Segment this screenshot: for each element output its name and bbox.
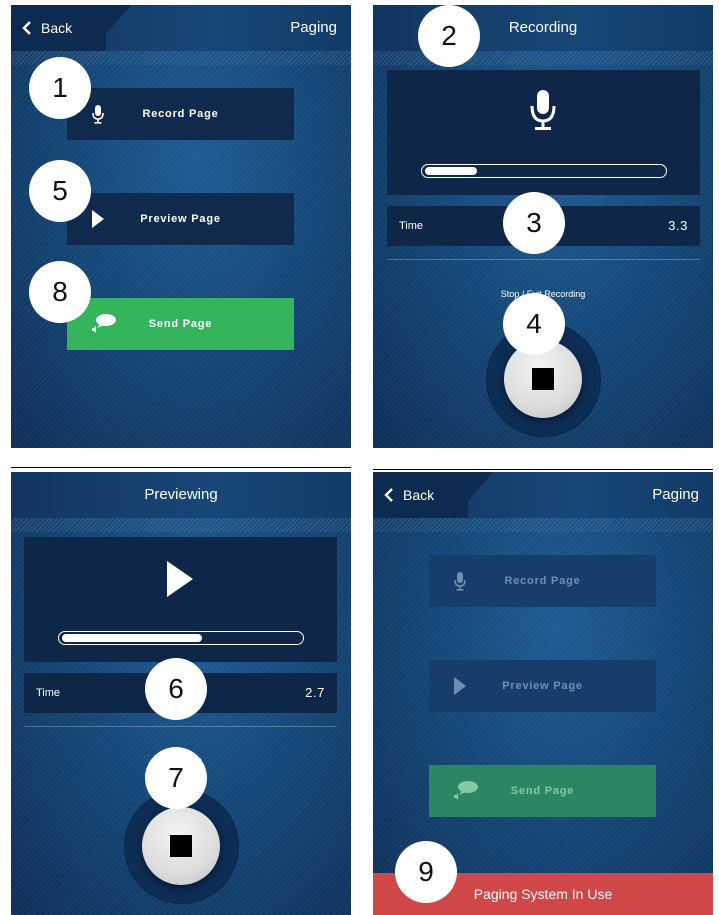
- divider-line: [11, 467, 351, 468]
- back-label: Back: [41, 20, 73, 36]
- divider-line: [373, 469, 713, 470]
- microphone-icon: [91, 88, 105, 140]
- page-title: Paging: [290, 19, 337, 36]
- paging-main-screen: Back Paging Record Page Preview Page Sen…: [11, 5, 351, 448]
- page-title: Previewing: [144, 486, 218, 503]
- preview-page-button[interactable]: Preview Page: [67, 193, 294, 245]
- callout-marker: 4: [503, 293, 565, 355]
- page-title: Paging: [652, 486, 699, 503]
- microphone-icon: [528, 88, 558, 137]
- time-label: Time: [399, 220, 424, 232]
- chevron-left-icon: [384, 488, 393, 502]
- callout-marker: 2: [418, 5, 480, 67]
- paging-busy-screen: Back Paging Record Page Preview Page Sen…: [373, 472, 713, 915]
- back-button[interactable]: Back: [21, 5, 72, 51]
- callout-marker: 1: [29, 57, 91, 119]
- callout-marker: 5: [29, 160, 91, 222]
- send-page-button[interactable]: Send Page: [429, 765, 656, 817]
- play-icon: [453, 660, 467, 712]
- divider-line: [387, 259, 700, 260]
- back-label: Back: [403, 487, 435, 503]
- preview-display: [24, 537, 337, 662]
- play-icon: [91, 193, 105, 245]
- recording-progress-bar: [421, 164, 667, 178]
- callout-marker: 7: [145, 747, 207, 809]
- recording-display: [387, 70, 700, 195]
- recording-screen: Recording Time 3.3 Stop / Exit Recording…: [373, 5, 713, 448]
- time-value: 3.3: [668, 218, 688, 233]
- preview-page-button[interactable]: Preview Page: [429, 660, 656, 712]
- progress-fill: [425, 167, 478, 175]
- chevron-left-icon: [22, 21, 31, 35]
- preview-progress-bar: [58, 631, 304, 645]
- send-page-button[interactable]: Send Page: [67, 298, 294, 350]
- stop-icon: [532, 368, 554, 390]
- callout-marker: 6: [145, 658, 207, 720]
- back-button[interactable]: Back: [383, 472, 434, 518]
- previewing-screen: Previewing Time 2.7 Stop / Exit 6 7: [11, 472, 351, 915]
- callout-marker: 9: [395, 841, 457, 903]
- speech-bubble-icon: [91, 298, 117, 350]
- play-icon: [165, 559, 195, 604]
- record-page-button[interactable]: Record Page: [67, 88, 294, 140]
- time-label: Time: [36, 687, 61, 699]
- microphone-icon: [453, 555, 467, 607]
- record-page-button[interactable]: Record Page: [429, 555, 656, 607]
- callout-marker: 8: [29, 261, 91, 323]
- progress-fill: [62, 634, 203, 642]
- stop-preview-button[interactable]: [142, 807, 220, 885]
- time-value: 2.7: [305, 685, 325, 700]
- stop-icon: [170, 835, 192, 857]
- speech-bubble-icon: [453, 765, 479, 817]
- divider-line: [24, 726, 337, 727]
- callout-marker: 3: [503, 192, 565, 254]
